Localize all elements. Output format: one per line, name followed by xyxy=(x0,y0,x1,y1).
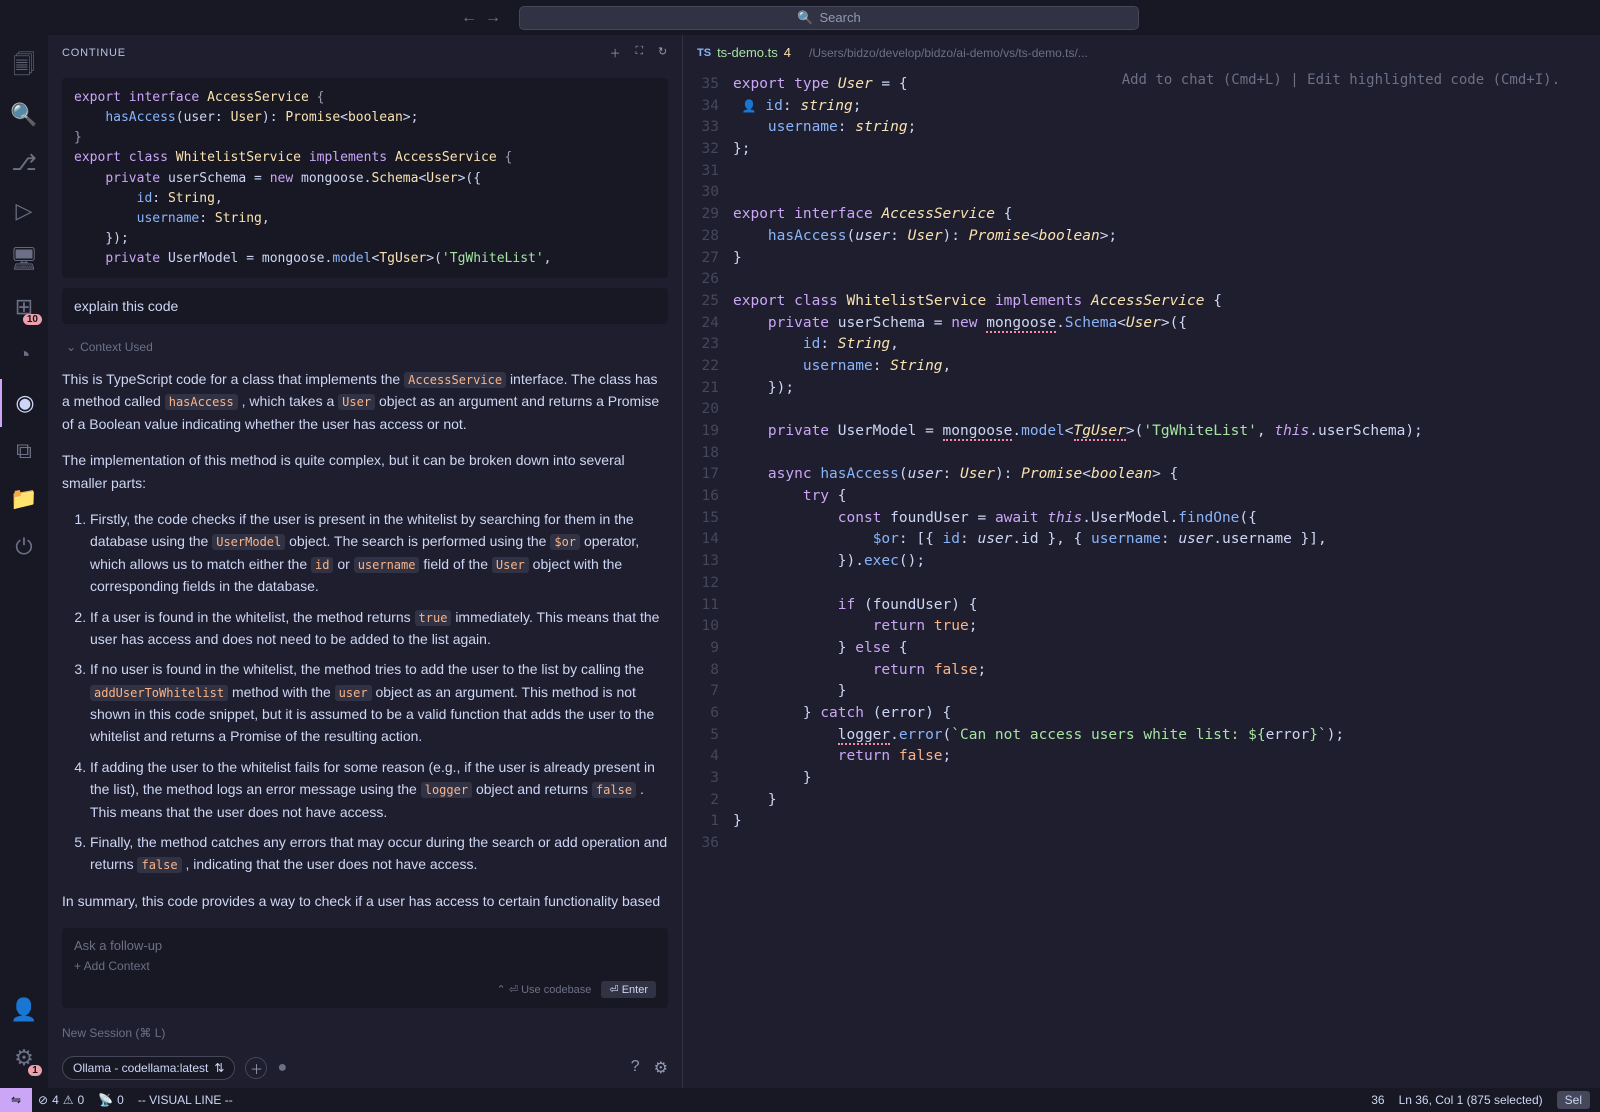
panel-header: CONTINUE ＋ ⛶ ↻ xyxy=(48,35,682,70)
add-model-button[interactable]: ＋ xyxy=(245,1057,267,1079)
search-icon[interactable]: 🔍 xyxy=(0,91,48,139)
history-icon[interactable]: ↻ xyxy=(658,45,668,61)
followup-input[interactable]: Ask a follow-up + Add Context ⌃ ⏎ Use co… xyxy=(62,928,668,1008)
extensions-badge: 10 xyxy=(23,314,42,325)
list-item: Finally, the method catches any errors t… xyxy=(90,831,668,876)
followup-placeholder: Ask a follow-up xyxy=(74,938,656,953)
user-message: explain this code xyxy=(62,288,668,324)
line-number-gutter: 3534333231302928272625242322212019181716… xyxy=(683,74,733,1088)
nav-forward-icon[interactable]: → xyxy=(485,9,501,27)
docker-icon[interactable]: ◔ xyxy=(0,331,48,379)
gear-icon[interactable]: ⚙ xyxy=(654,1058,668,1078)
activity-bar: 🗐 🔍 ⎇ ▷ 🖥 ⊞10 ◔ ◉ ⧉ 📁 ⏻ 👤 ⚙1 xyxy=(0,35,48,1088)
nav-arrows: ← → xyxy=(461,9,501,27)
explorer-icon[interactable]: 🗐 xyxy=(0,43,48,91)
main-area: 🗐 🔍 ⎇ ▷ 🖥 ⊞10 ◔ ◉ ⧉ 📁 ⏻ 👤 ⚙1 CONTINUE ＋ … xyxy=(0,35,1600,1088)
breadcrumb: /Users/bidzo/develop/bidzo/ai-demo/vs/ts… xyxy=(797,46,1100,60)
context-used-label: Context Used xyxy=(80,340,153,354)
ts-lang-badge: TS xyxy=(697,47,711,59)
add-context-button[interactable]: + Add Context xyxy=(74,959,656,973)
account-icon[interactable]: 👤 xyxy=(0,986,48,1034)
terminal-icon[interactable]: ⧉ xyxy=(0,427,48,475)
code-editor[interactable]: 3534333231302928272625242322212019181716… xyxy=(683,70,1600,1088)
chevron-updown-icon: ⇅ xyxy=(214,1061,224,1075)
warning-icon: ⚠ xyxy=(63,1093,74,1107)
codebase-hint: ⌃ ⏎ Use codebase xyxy=(497,983,592,996)
ports-status[interactable]: 📡 0 xyxy=(98,1093,124,1107)
panel-title: CONTINUE xyxy=(62,47,126,59)
search-icon: 🔍 xyxy=(797,10,813,26)
remote-button[interactable]: ⇋ xyxy=(0,1088,32,1112)
list-item: If no user is found in the whitelist, th… xyxy=(90,658,668,748)
folder-icon[interactable]: 📁 xyxy=(0,475,48,523)
add-icon[interactable]: ＋ xyxy=(610,45,622,61)
source-control-icon[interactable]: ⎇ xyxy=(0,139,48,187)
list-item: If adding the user to the whitelist fail… xyxy=(90,756,668,823)
tab-modified-count: 4 xyxy=(784,45,791,60)
antenna-icon: 📡 xyxy=(98,1093,113,1107)
list-item: If a user is found in the whitelist, the… xyxy=(90,606,668,651)
list-item: Firstly, the code checks if the user is … xyxy=(90,508,668,598)
remote-explorer-icon[interactable]: 🖥 xyxy=(0,235,48,283)
run-debug-icon[interactable]: ▷ xyxy=(0,187,48,235)
power-icon[interactable]: ⏻ xyxy=(0,523,48,571)
code-lines: export type User = { 👤 id: string; usern… xyxy=(733,74,1600,1088)
assistant-explanation: This is TypeScript code for a class that… xyxy=(62,368,668,912)
continue-icon[interactable]: ◉ xyxy=(0,379,48,427)
help-icon[interactable]: ? xyxy=(631,1058,640,1078)
chevron-down-icon: ⌄ xyxy=(66,340,76,354)
vim-mode: -- VISUAL LINE -- xyxy=(138,1093,233,1107)
status-bar: ⇋ ⊘ 4 ⚠ 0 📡 0 -- VISUAL LINE -- 36 Ln 36… xyxy=(0,1088,1600,1112)
context-used-row[interactable]: ⌄ Context Used xyxy=(62,332,668,362)
titlebar: ← → 🔍 Search xyxy=(0,0,1600,35)
new-session-button[interactable]: New Session (⌘ L) xyxy=(48,1018,682,1048)
search-placeholder: Search xyxy=(819,10,860,25)
settings-icon[interactable]: ⚙1 xyxy=(0,1034,48,1082)
code-inline: AccessService xyxy=(404,372,506,388)
editor-tabs: TS ts-demo.ts 4 /Users/bidzo/develop/bid… xyxy=(683,35,1600,70)
selection-pill[interactable]: Sel xyxy=(1557,1091,1590,1109)
editor-area: TS ts-demo.ts 4 /Users/bidzo/develop/bid… xyxy=(683,35,1600,1088)
settings-badge: 1 xyxy=(28,1065,42,1076)
model-name: Ollama - codellama:latest xyxy=(73,1061,208,1075)
problems-status[interactable]: ⊘ 4 ⚠ 0 xyxy=(38,1093,84,1107)
editor-tab[interactable]: TS ts-demo.ts 4 /Users/bidzo/develop/bid… xyxy=(683,35,1114,70)
followup-area: Ask a follow-up + Add Context ⌃ ⏎ Use co… xyxy=(48,918,682,1018)
search-input[interactable]: 🔍 Search xyxy=(519,6,1139,30)
model-row: Ollama - codellama:latest ⇅ ＋ ● ? ⚙ xyxy=(48,1048,682,1088)
error-icon: ⊘ xyxy=(38,1093,48,1107)
code-inline: hasAccess xyxy=(165,394,238,410)
cursor-position[interactable]: Ln 36, Col 1 (875 selected) xyxy=(1399,1093,1543,1107)
expand-icon[interactable]: ⛶ xyxy=(635,45,644,61)
continue-panel: CONTINUE ＋ ⛶ ↻ export interface AccessSe… xyxy=(48,35,683,1088)
line-count: 36 xyxy=(1371,1093,1384,1107)
code-inline: User xyxy=(338,394,375,410)
enter-button[interactable]: ⏎ Enter xyxy=(601,981,656,998)
code-snippet: export interface AccessService { hasAcce… xyxy=(62,78,668,278)
model-selector[interactable]: Ollama - codellama:latest ⇅ xyxy=(62,1056,235,1080)
status-dot-icon: ● xyxy=(277,1059,287,1077)
nav-back-icon[interactable]: ← xyxy=(461,9,477,27)
tab-filename: ts-demo.ts xyxy=(717,45,778,60)
extensions-icon[interactable]: ⊞10 xyxy=(0,283,48,331)
